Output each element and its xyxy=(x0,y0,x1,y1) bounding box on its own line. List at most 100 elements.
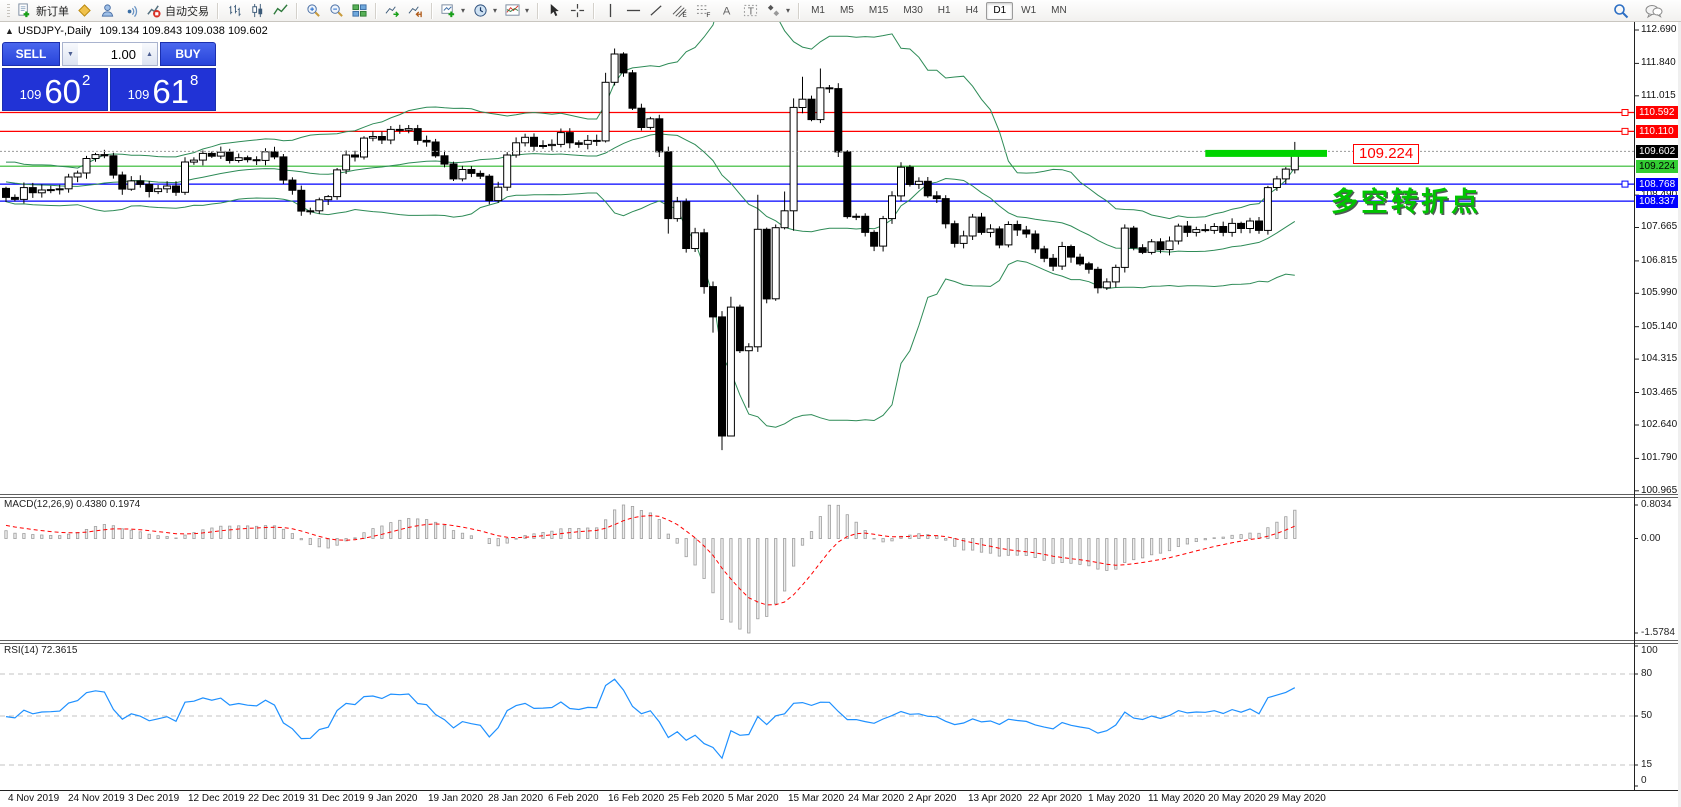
trendline-tool-button[interactable] xyxy=(645,1,668,21)
buy-button[interactable]: BUY xyxy=(160,42,216,66)
timeframe-m15-button[interactable]: M15 xyxy=(862,2,895,20)
autotrading-icon xyxy=(146,3,161,18)
channel-tool-button[interactable]: E xyxy=(668,1,692,21)
toolbar-grip[interactable] xyxy=(7,4,10,18)
date-label: 5 Mar 2020 xyxy=(728,793,779,804)
accounts-button[interactable] xyxy=(96,1,119,21)
fibonacci-tool-button[interactable]: F xyxy=(692,1,716,21)
price-tick-label: 100.965 xyxy=(1641,485,1681,497)
svg-text:T: T xyxy=(748,6,755,17)
new-order-label: 新订单 xyxy=(36,3,69,19)
date-label: 12 Dec 2019 xyxy=(188,793,245,804)
horizontal-line-tool-button[interactable] xyxy=(622,1,645,21)
bar-chart-icon xyxy=(227,3,242,18)
text-icon: A xyxy=(720,3,735,18)
dropdown-caret: ▾ xyxy=(786,6,790,15)
new-chart-button[interactable]: ▾ xyxy=(437,1,469,21)
chart-canvas[interactable] xyxy=(0,22,1681,807)
zoom-in-button[interactable] xyxy=(302,1,325,21)
chart-area: ▲USDJPY-,Daily109.134 109.843 109.038 10… xyxy=(0,22,1681,807)
date-label: 31 Dec 2019 xyxy=(308,793,365,804)
timeframe-bar: M1M5M15M30H1H4D1W1MN xyxy=(804,2,1074,20)
fibonacci-icon: F xyxy=(696,3,712,18)
sell-price-big: 60 xyxy=(44,75,81,108)
toolbar-separator xyxy=(593,3,595,19)
autotrading-button[interactable]: 自动交易 xyxy=(142,1,213,21)
cursor-button[interactable] xyxy=(543,1,566,21)
price-tick-label: 101.790 xyxy=(1641,452,1681,464)
indicators-button[interactable]: ▾ xyxy=(501,1,533,21)
chart-line-button[interactable] xyxy=(269,1,292,21)
timeframe-h4-button[interactable]: H4 xyxy=(959,2,986,20)
price-tick-label: 102.640 xyxy=(1641,419,1681,431)
volume-decrease-button[interactable]: ▼ xyxy=(63,43,78,65)
date-label: 1 May 2020 xyxy=(1088,793,1140,804)
cursor-icon xyxy=(547,3,562,18)
timeframe-m30-button[interactable]: M30 xyxy=(896,2,929,20)
periods-button[interactable]: ▾ xyxy=(469,1,501,21)
crosshair-button[interactable] xyxy=(566,1,589,21)
profiles-button[interactable] xyxy=(73,1,96,21)
timeframe-mn-button[interactable]: MN xyxy=(1044,2,1074,20)
price-annotation-box[interactable]: 109.224 xyxy=(1353,144,1419,164)
vertical-line-tool-button[interactable] xyxy=(599,1,622,21)
new-order-button[interactable]: 新订单 xyxy=(13,1,73,21)
mt4-window: 新订单 自动交易 xyxy=(0,0,1681,807)
sell-button[interactable]: SELL xyxy=(2,42,60,66)
date-label: 9 Jan 2020 xyxy=(368,793,418,804)
indicators-icon xyxy=(505,3,520,18)
date-label: 19 Jan 2020 xyxy=(428,793,483,804)
turning-point-text[interactable]: 多空转折点 xyxy=(1331,180,1481,219)
chart-shift-button[interactable] xyxy=(404,1,427,21)
chart-candles-button[interactable] xyxy=(246,1,269,21)
line-price-label: 110.110 xyxy=(1636,125,1680,138)
highlight-segment xyxy=(1205,150,1327,157)
rsi-scale-label: 80 xyxy=(1641,668,1652,680)
price-tick-label: 105.990 xyxy=(1641,287,1681,299)
volume-increase-button[interactable]: ▲ xyxy=(142,43,157,65)
dropdown-caret: ▾ xyxy=(525,6,529,15)
line-handle xyxy=(1622,181,1628,187)
auto-scroll-button[interactable] xyxy=(381,1,404,21)
tile-windows-button[interactable] xyxy=(348,1,371,21)
text-label-icon: T xyxy=(743,3,758,18)
timeframe-h1-button[interactable]: H1 xyxy=(931,2,958,20)
channel-badge: E xyxy=(682,12,687,18)
price-tick-label: 106.815 xyxy=(1641,255,1681,267)
toolbar-separator xyxy=(375,3,377,19)
timeframe-m5-button[interactable]: M5 xyxy=(833,2,861,20)
date-label: 25 Feb 2020 xyxy=(668,793,724,804)
date-label: 11 May 2020 xyxy=(1148,793,1205,804)
price-tick-label: 107.665 xyxy=(1641,221,1681,233)
timeframe-d1-button[interactable]: D1 xyxy=(986,2,1013,20)
chart-bars-button[interactable] xyxy=(223,1,246,21)
one-click-trading-panel: SELL ▼ ▲ BUY 109602 109618 xyxy=(2,42,216,111)
current-price-label: 109.602 xyxy=(1636,145,1680,158)
tile-windows-icon xyxy=(352,3,367,18)
price-tick-label: 104.315 xyxy=(1641,353,1681,365)
sell-quote[interactable]: 109602 xyxy=(2,68,108,111)
volume-input[interactable] xyxy=(78,43,142,65)
timeframe-m1-button[interactable]: M1 xyxy=(804,2,832,20)
arrows-tool-button[interactable]: ▾ xyxy=(762,1,794,21)
date-label: 29 May 2020 xyxy=(1268,793,1326,804)
timeframe-w1-button[interactable]: W1 xyxy=(1014,2,1043,20)
zoom-out-button[interactable] xyxy=(325,1,348,21)
toolbar-separator xyxy=(217,3,219,19)
profiles-icon xyxy=(77,3,92,18)
text-tool-button[interactable]: A xyxy=(716,1,739,21)
signals-button[interactable] xyxy=(119,1,142,21)
buy-quote[interactable]: 109618 xyxy=(110,68,216,111)
chart-title: ▲USDJPY-,Daily109.134 109.843 109.038 10… xyxy=(5,25,268,37)
dropdown-caret: ▾ xyxy=(493,6,497,15)
chat-button[interactable] xyxy=(1641,1,1667,21)
zoom-in-icon xyxy=(306,3,321,18)
date-label: 22 Dec 2019 xyxy=(248,793,305,804)
text-label-tool-button[interactable]: T xyxy=(739,1,762,21)
chart-menu-icon[interactable]: ▲ xyxy=(5,26,14,36)
rsi-label: RSI(14) 72.3615 xyxy=(4,645,77,656)
price-tick-label: 111.840 xyxy=(1641,57,1681,69)
rsi-scale-label: 50 xyxy=(1641,710,1652,722)
search-button[interactable] xyxy=(1609,1,1633,21)
line-price-label: 108.337 xyxy=(1636,195,1680,208)
